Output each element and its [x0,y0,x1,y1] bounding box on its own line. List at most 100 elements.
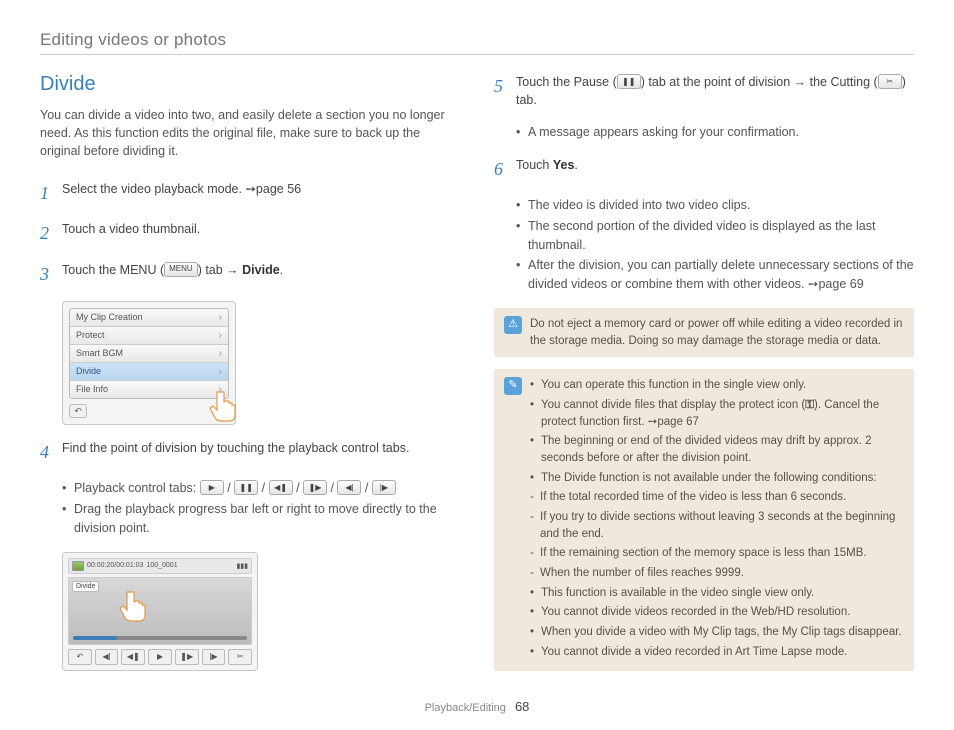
info-icon: ✎ [504,377,522,395]
text: Playback control tabs: [74,481,200,495]
prev-frame-icon: ◀❚ [269,480,293,495]
pause-icon: ❚❚ [234,480,258,495]
info-list: You can operate this function in the sin… [530,377,904,663]
skip-fwd-icon: |▶ [372,480,396,495]
play-icon: ▶ [148,649,172,665]
chevron-right-icon: › [219,330,222,341]
bullet: Playback control tabs: ▶ / ❚❚ / ◀❚ / ❚▶ … [62,479,460,498]
step-number: 2 [40,220,62,246]
back-icon: ↶ [69,404,87,418]
text-bold: Yes [553,158,575,172]
skip-back-icon: ◀| [95,649,119,665]
step-4-bullets: Playback control tabs: ▶ / ❚❚ / ◀❚ / ❚▶ … [62,479,460,537]
video-controls: ↶ ◀| ◀❚ ▶ ❚▶ |▶ ✂ [68,649,252,665]
step-1: 1 Select the video playback mode. ➙page … [40,180,460,206]
prev-frame-icon: ◀❚ [121,649,145,665]
step-number: 5 [494,73,516,109]
section-title: Divide [40,73,460,96]
info-item: You can operate this function in the sin… [530,377,904,394]
menu-button-icon: MENU [164,262,198,277]
text: Touch the MENU ( [62,263,164,277]
step-body: Touch the Pause (❚❚) tab at the point of… [516,73,914,109]
filename: 100_0001 [146,562,177,569]
pause-icon: ❚❚ [617,74,641,89]
intro-text: You can divide a video into two, and eas… [40,106,460,160]
text: ) tab at the point of division → the Cut… [641,75,878,89]
step-6-bullets: The video is divided into two video clip… [516,196,914,294]
timecode: 00:00:20/00:01:03 [87,562,143,569]
video-screenshot: 00:00:20/00:01:03 100_0001 ▮▮▮ Divide ↶ … [62,552,258,671]
thumbnail-icon [72,561,84,571]
video-topbar: 00:00:20/00:01:03 100_0001 ▮▮▮ [68,558,252,574]
step-5: 5 Touch the Pause (❚❚) tab at the point … [494,73,914,109]
info-item: When you divide a video with My Clip tag… [530,624,904,641]
divide-label: Divide [72,581,99,592]
chapter-title: Editing videos or photos [40,30,914,50]
step-body: Select the video playback mode. ➙page 56 [62,180,460,206]
step-body: Touch a video thumbnail. [62,220,460,246]
text: You cannot divide files that display the… [541,399,805,411]
step-body: Touch the MENU (MENU) tab → Divide. [62,261,460,287]
cut-icon: ✂ [878,74,902,89]
bullet: The second portion of the divided video … [516,217,914,255]
progress-bar [73,636,247,640]
info-subitem: If the total recorded time of the video … [530,489,904,506]
step-number: 1 [40,180,62,206]
step-4: 4 Find the point of division by touching… [40,439,460,465]
next-frame-icon: ❚▶ [175,649,199,665]
footer-section: Playback/Editing [425,702,506,714]
warning-callout: ⚠ Do not eject a memory card or power of… [494,308,914,357]
text: . [574,158,577,172]
step-6: 6 Touch Yes. [494,156,914,182]
bullet: A message appears asking for your confir… [516,123,914,142]
info-subitem: If the remaining section of the memory s… [530,545,904,562]
text-bold: Divide [242,263,280,277]
step-body: Find the point of division by touching t… [62,439,460,465]
info-item: This function is available in the video … [530,585,904,602]
bullet: The video is divided into two video clip… [516,196,914,215]
page-number: 68 [515,699,529,714]
chevron-right-icon: › [219,312,222,323]
menu-screenshot: My Clip Creation› Protect› Smart BGM› Di… [62,301,236,426]
info-item: You cannot divide a video recorded in Ar… [530,644,904,661]
step-2: 2 Touch a video thumbnail. [40,220,460,246]
menu-item: My Clip Creation› [70,309,228,327]
divider [40,54,914,55]
text: ) tab → [198,263,242,277]
warning-text: Do not eject a memory card or power off … [530,316,904,349]
menu-item-selected: Divide› [70,363,228,381]
battery-icon: ▮▮▮ [236,562,248,570]
step-body: Touch Yes. [516,156,914,182]
info-item: The Divide function is not available und… [530,470,904,487]
skip-back-icon: ◀| [337,480,361,495]
step-5-bullets: A message appears asking for your confir… [516,123,914,142]
text: Touch [516,158,553,172]
next-frame-icon: ❚▶ [303,480,327,495]
step-number: 6 [494,156,516,182]
step-number: 4 [40,439,62,465]
protect-icon: ⚿ [805,399,814,411]
chevron-right-icon: › [219,366,222,377]
tap-hand-icon [203,384,243,424]
tap-hand-icon [113,584,153,624]
info-subitem: If you try to divide sections without le… [530,509,904,542]
info-item: The beginning or end of the divided vide… [530,433,904,466]
info-subitem: When the number of files reaches 9999. [530,565,904,582]
warning-icon: ⚠ [504,316,522,334]
skip-fwd-icon: |▶ [202,649,226,665]
play-icon: ▶ [200,480,224,495]
page-footer: Playback/Editing 68 [0,699,954,714]
info-callout: ✎ You can operate this function in the s… [494,369,914,671]
bullet: After the division, you can partially de… [516,256,914,294]
bullet: Drag the playback progress bar left or r… [62,500,460,538]
step-number: 3 [40,261,62,287]
cut-icon: ✂ [228,649,252,665]
text: Touch the Pause ( [516,75,617,89]
menu-item: Smart BGM› [70,345,228,363]
info-item: You cannot divide files that display the… [530,397,904,430]
info-item: You cannot divide videos recorded in the… [530,604,904,621]
menu-item: Protect› [70,327,228,345]
video-frame: Divide [68,577,252,645]
text: . [280,263,283,277]
chevron-right-icon: › [219,348,222,359]
